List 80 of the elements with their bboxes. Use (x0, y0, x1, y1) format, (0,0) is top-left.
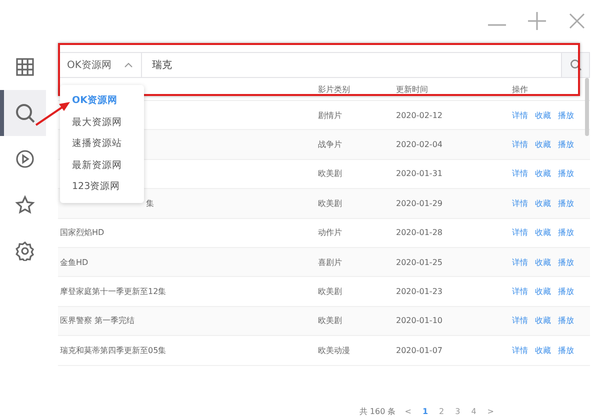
settings-icon (15, 241, 35, 261)
source-select[interactable]: OK资源网 (58, 52, 142, 78)
table-cell-text: 2020-02-12 (395, 110, 444, 120)
action-link[interactable]: 播放 (558, 315, 574, 326)
table-cell: 金鱼HD (60, 256, 88, 268)
action-link[interactable]: 收藏 (535, 198, 551, 209)
table-cell-text: 2020-01-25 (395, 258, 444, 267)
action-link[interactable]: 播放 (558, 227, 574, 238)
table-cell-text: 欧美剧 (317, 315, 343, 326)
menu-item[interactable]: 123资源网 (72, 176, 126, 198)
table-cell-text: 欧美动漫 (317, 344, 351, 356)
table-cell-text: 2020-01-10 (395, 316, 444, 326)
page-button[interactable]: 2 (437, 406, 446, 416)
action-link[interactable]: 详情 (512, 198, 528, 209)
play-icon (15, 149, 35, 169)
action-link[interactable]: 详情 (512, 110, 528, 121)
menu-item[interactable]: OK资源网 (72, 90, 124, 112)
table-cell-text: 2020-01-07 (395, 346, 444, 355)
action-link[interactable]: 收藏 (535, 315, 551, 326)
action-link[interactable]: 播放 (558, 256, 574, 268)
search-icon (14, 102, 36, 124)
table-cell: 瑞克和莫蒂第四季更新至05集 (60, 344, 166, 356)
action-link[interactable]: 详情 (512, 315, 528, 326)
column-header: 影片类别 (317, 84, 351, 94)
table-cell-text: 剧情片 (317, 110, 343, 121)
table-cell-text: 欧美剧 (317, 168, 343, 180)
action-link[interactable]: 详情 (512, 344, 528, 356)
search-button[interactable] (562, 52, 590, 78)
table-cell-text: 2020-01-28 (395, 228, 444, 238)
minimize-icon (488, 24, 506, 26)
plus-icon (526, 10, 548, 32)
table-cell: 集 (146, 198, 154, 209)
scrollbar[interactable] (585, 78, 589, 136)
table-cell-text: 2020-01-23 (395, 287, 444, 296)
search-icon (570, 59, 582, 71)
table-cell-text: 2020-01-31 (395, 169, 444, 178)
search-field[interactable]: 瑞克 (142, 52, 562, 78)
prev-page-button[interactable]: < (402, 406, 414, 416)
action-link[interactable]: 播放 (558, 110, 574, 121)
sidebar-item[interactable] (0, 90, 46, 136)
table-cell-text: 欧美剧 (317, 286, 343, 298)
table-cell-text: 动作片 (317, 227, 343, 238)
action-link[interactable]: 详情 (512, 256, 528, 268)
chevron-up-icon (124, 62, 133, 68)
action-link[interactable]: 播放 (558, 168, 574, 180)
table-cell-text: 2020-01-29 (395, 198, 444, 208)
action-link[interactable]: 收藏 (535, 286, 551, 298)
action-link[interactable]: 详情 (512, 286, 528, 298)
action-link[interactable]: 详情 (512, 227, 528, 238)
table-cell-text: 2020-02-04 (395, 140, 444, 150)
page-button[interactable]: 3 (453, 406, 462, 416)
action-link[interactable]: 播放 (558, 344, 574, 356)
action-link[interactable]: 播放 (558, 139, 574, 150)
grid-icon (15, 57, 35, 77)
action-link[interactable]: 详情 (512, 139, 528, 150)
table-cell: 摩登家庭第十一季更新至12集 (60, 286, 166, 298)
action-link[interactable]: 收藏 (535, 110, 551, 121)
menu-item[interactable]: 速播资源站 (72, 133, 128, 154)
menu-item[interactable]: 最新资源网 (72, 154, 128, 176)
table-cell: 医界警察 第一季完结 (60, 315, 135, 326)
action-link[interactable]: 详情 (512, 168, 528, 180)
table-cell-text: 欧美剧 (317, 198, 343, 209)
action-link[interactable]: 收藏 (535, 256, 551, 268)
menu-item[interactable]: 最大资源网 (72, 112, 128, 133)
table-cell-text: 喜剧片 (317, 256, 343, 268)
page-button[interactable]: 4 (469, 406, 478, 416)
page-button[interactable]: 1 (420, 406, 430, 416)
total-count: 共 160 条 (359, 406, 396, 417)
column-header: 操作 (511, 84, 529, 94)
action-link[interactable]: 播放 (558, 198, 574, 209)
action-link[interactable]: 收藏 (535, 344, 551, 356)
action-link[interactable]: 收藏 (535, 168, 551, 180)
star-icon (15, 195, 35, 215)
action-link[interactable]: 收藏 (535, 227, 551, 238)
action-link[interactable]: 收藏 (535, 139, 551, 150)
action-link[interactable]: 播放 (558, 286, 574, 298)
next-page-button[interactable]: > (485, 406, 496, 416)
column-header: 更新时间 (395, 84, 429, 94)
table-cell-text: 战争片 (317, 139, 343, 150)
table-cell: 国家烈焰HD (60, 227, 104, 238)
